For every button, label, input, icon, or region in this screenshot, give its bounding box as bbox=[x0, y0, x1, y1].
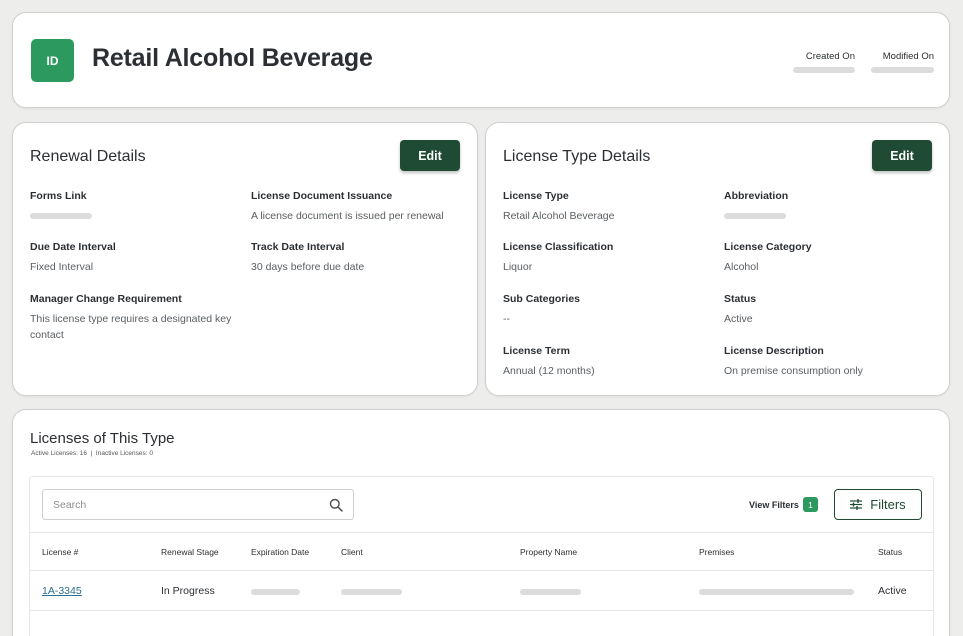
modified-on-label: Modified On bbox=[882, 51, 934, 62]
field-label: License Classification bbox=[503, 241, 614, 253]
licenses-table: Search View Filters 1 Filters License # … bbox=[29, 476, 934, 636]
field-label: Manager Change Requirement bbox=[30, 293, 182, 305]
field-license-document-issuance: License Document Issuance A license docu… bbox=[251, 190, 461, 224]
property-name-placeholder bbox=[520, 589, 581, 595]
field-value: On premise consumption only bbox=[724, 365, 863, 377]
field-manager-change-requirement: Manager Change Requirement This license … bbox=[30, 293, 240, 343]
field-label: License Category bbox=[724, 241, 812, 253]
license-type-edit-button[interactable]: Edit bbox=[872, 140, 932, 171]
license-number-link[interactable]: 1A-3345 bbox=[42, 585, 82, 597]
page-title: Retail Alcohol Beverage bbox=[92, 44, 373, 72]
col-license-number[interactable]: License # bbox=[42, 547, 78, 557]
renewal-edit-button[interactable]: Edit bbox=[400, 140, 460, 171]
filter-count-badge: 1 bbox=[803, 497, 818, 512]
view-filters-link[interactable]: View Filters bbox=[749, 500, 799, 510]
field-value: -- bbox=[503, 313, 510, 325]
search-placeholder: Search bbox=[53, 499, 87, 511]
field-value: Active bbox=[724, 313, 753, 325]
field-label: License Description bbox=[724, 345, 824, 357]
field-label: Due Date Interval bbox=[30, 241, 116, 253]
table-header-row: License # Renewal Stage Expiration Date … bbox=[30, 532, 933, 571]
premises-placeholder bbox=[699, 589, 854, 595]
col-property-name[interactable]: Property Name bbox=[520, 547, 577, 557]
field-value: Alcohol bbox=[724, 261, 759, 273]
col-expiration-date[interactable]: Expiration Date bbox=[251, 547, 309, 557]
field-license-type: License Type Retail Alcohol Beverage bbox=[503, 190, 713, 224]
id-badge: ID bbox=[31, 39, 74, 82]
field-value-placeholder bbox=[30, 213, 92, 219]
col-status[interactable]: Status bbox=[878, 547, 902, 557]
field-value: Annual (12 months) bbox=[503, 365, 595, 377]
license-type-header: ID Retail Alcohol Beverage Created On Mo… bbox=[12, 12, 950, 108]
licenses-title: Licenses of This Type bbox=[30, 430, 175, 447]
client-placeholder bbox=[341, 589, 402, 595]
col-client[interactable]: Client bbox=[341, 547, 363, 557]
col-renewal-stage[interactable]: Renewal Stage bbox=[161, 547, 219, 557]
field-value: A license document is issued per renewal bbox=[251, 210, 444, 222]
license-type-details-title: License Type Details bbox=[503, 148, 651, 165]
license-type-details-card: License Type Details Edit License Type R… bbox=[485, 122, 950, 396]
field-license-term: License Term Annual (12 months) bbox=[503, 345, 713, 379]
sliders-icon bbox=[850, 499, 863, 510]
field-label: License Document Issuance bbox=[251, 190, 393, 202]
field-value: This license type requires a designated … bbox=[30, 313, 232, 341]
col-premises[interactable]: Premises bbox=[699, 547, 734, 557]
field-license-category: License Category Alcohol bbox=[724, 241, 934, 275]
field-value: Retail Alcohol Beverage bbox=[503, 210, 615, 222]
field-label: Sub Categories bbox=[503, 293, 581, 305]
licenses-of-type-card: Licenses of This Type Active Licenses: 1… bbox=[12, 409, 950, 636]
field-value: 30 days before due date bbox=[251, 261, 365, 273]
field-label: License Term bbox=[503, 345, 570, 357]
filters-label: Filters bbox=[870, 497, 906, 512]
search-icon[interactable] bbox=[329, 498, 343, 512]
field-track-date-interval: Track Date Interval 30 days before due d… bbox=[251, 241, 461, 275]
renewal-stage-cell: In Progress bbox=[161, 585, 215, 597]
modified-on: Modified On bbox=[871, 51, 934, 73]
renewal-details-title: Renewal Details bbox=[30, 148, 146, 165]
created-on-label: Created On bbox=[805, 51, 855, 62]
field-value: Fixed Interval bbox=[30, 261, 94, 273]
field-due-date-interval: Due Date Interval Fixed Interval bbox=[30, 241, 240, 275]
filters-button[interactable]: Filters bbox=[834, 489, 922, 520]
field-sub-categories: Sub Categories -- bbox=[503, 293, 713, 327]
field-label: Track Date Interval bbox=[251, 241, 345, 253]
table-row[interactable]: 1A-3345 In Progress Active bbox=[30, 571, 933, 611]
licenses-counts: Active Licenses: 16 | Inactive Licenses:… bbox=[31, 450, 154, 457]
field-value: Liquor bbox=[503, 261, 533, 273]
field-value-placeholder bbox=[724, 213, 786, 219]
renewal-details-card: Renewal Details Edit Forms Link License … bbox=[12, 122, 478, 396]
field-label: Forms Link bbox=[30, 190, 87, 202]
field-license-description: License Description On premise consumpti… bbox=[724, 345, 934, 379]
created-on: Created On bbox=[793, 51, 855, 73]
field-license-classification: License Classification Liquor bbox=[503, 241, 713, 275]
field-status: Status Active bbox=[724, 293, 934, 327]
field-label: Abbreviation bbox=[724, 190, 789, 202]
search-input[interactable]: Search bbox=[42, 489, 354, 520]
field-forms-link: Forms Link bbox=[30, 190, 240, 219]
created-on-value-placeholder bbox=[793, 67, 855, 73]
field-abbreviation: Abbreviation bbox=[724, 190, 934, 219]
status-cell: Active bbox=[878, 585, 907, 597]
field-label: Status bbox=[724, 293, 757, 305]
field-label: License Type bbox=[503, 190, 569, 202]
modified-on-value-placeholder bbox=[871, 67, 934, 73]
expiration-date-placeholder bbox=[251, 589, 300, 595]
